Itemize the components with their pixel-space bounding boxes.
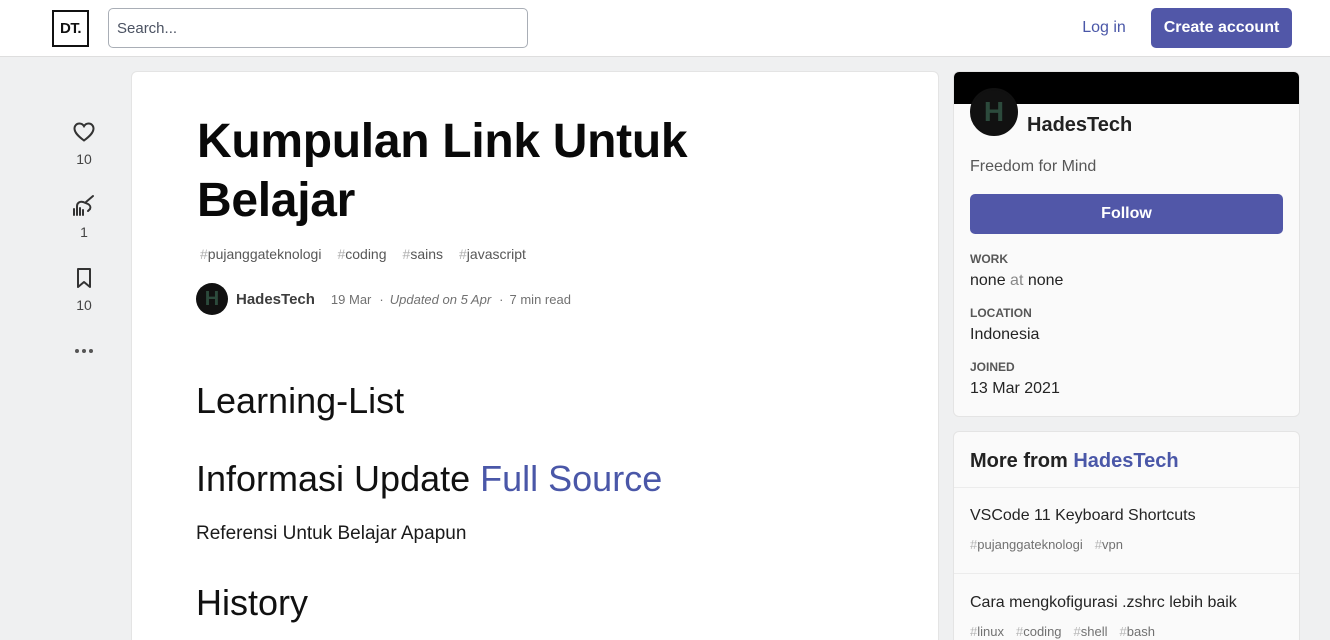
top-header: DT. Log in Create account bbox=[0, 0, 1330, 57]
tag-link[interactable]: #javascript bbox=[459, 246, 526, 262]
heading-history: History bbox=[196, 582, 309, 623]
heading-learning-list: Learning-List bbox=[196, 380, 405, 421]
article-card: Kumpulan Link Untuk Belajar #pujanggatek… bbox=[131, 71, 939, 640]
more-from-title: More from HadesTech bbox=[970, 450, 1179, 472]
more-item-title[interactable]: Cara mengkofigurasi .zshrc lebih baik bbox=[970, 594, 1237, 612]
login-link[interactable]: Log in bbox=[1070, 8, 1138, 48]
more-options-button[interactable] bbox=[60, 339, 108, 363]
tag-link[interactable]: #linux bbox=[970, 624, 1004, 639]
tag-link[interactable]: #bash bbox=[1120, 624, 1155, 639]
work-label: WORK bbox=[970, 252, 1008, 266]
site-logo[interactable]: DT. bbox=[52, 10, 89, 47]
tag-link[interactable]: #coding bbox=[337, 246, 386, 262]
author-avatar[interactable]: H bbox=[196, 283, 228, 315]
joined-value: 13 Mar 2021 bbox=[970, 380, 1060, 397]
article-tags: #pujanggateknologi #coding #sains #javas… bbox=[200, 246, 526, 262]
reaction-rail: 10 1 10 bbox=[60, 120, 108, 389]
publish-date: 19 Mar bbox=[330, 291, 372, 307]
heart-icon bbox=[73, 122, 95, 142]
save-reaction[interactable]: 10 bbox=[60, 266, 108, 313]
follow-button[interactable]: Follow bbox=[970, 194, 1283, 234]
heading-informasi-update: Informasi Update Full Source bbox=[196, 458, 663, 499]
unicorn-count: 1 bbox=[80, 224, 88, 240]
tag-link[interactable]: #coding bbox=[1016, 624, 1062, 639]
more-from-card: More from HadesTech VSCode 11 Keyboard S… bbox=[953, 431, 1300, 640]
profile-name[interactable]: HadesTech bbox=[1027, 114, 1132, 137]
author-name[interactable]: HadesTech bbox=[236, 291, 315, 308]
more-item-tags: #pujanggateknologi #vpn bbox=[970, 537, 1123, 552]
tag-link[interactable]: #pujanggateknologi bbox=[200, 246, 321, 262]
save-count: 10 bbox=[76, 297, 92, 313]
article-paragraph: Referensi Untuk Belajar Apapun bbox=[196, 523, 467, 544]
like-count: 10 bbox=[76, 151, 92, 167]
read-time: 7 min read bbox=[509, 291, 571, 307]
more-horizontal-icon bbox=[75, 349, 93, 353]
tag-link[interactable]: #vpn bbox=[1095, 537, 1123, 552]
profile-tagline: Freedom for Mind bbox=[970, 158, 1097, 175]
more-item-title[interactable]: VSCode 11 Keyboard Shortcuts bbox=[970, 507, 1196, 525]
profile-avatar[interactable]: H bbox=[970, 88, 1018, 136]
full-source-link[interactable]: Full Source bbox=[480, 458, 662, 499]
location-label: LOCATION bbox=[970, 306, 1032, 320]
author-profile-card: H HadesTech Freedom for Mind Follow WORK… bbox=[953, 71, 1300, 417]
bookmark-icon bbox=[77, 268, 91, 288]
article-meta: H HadesTech 19 Mar · Updated on 5 Apr · … bbox=[196, 283, 571, 315]
joined-label: JOINED bbox=[970, 360, 1015, 374]
search-input[interactable] bbox=[108, 8, 528, 48]
location-value: Indonesia bbox=[970, 326, 1040, 343]
more-from-author-link[interactable]: HadesTech bbox=[1073, 450, 1178, 472]
work-value: none at none bbox=[970, 272, 1064, 289]
more-item-tags: #linux #coding #shell #bash bbox=[970, 624, 1155, 639]
like-reaction[interactable]: 10 bbox=[60, 120, 108, 167]
create-account-button[interactable]: Create account bbox=[1151, 8, 1292, 48]
tag-link[interactable]: #pujanggateknologi bbox=[970, 537, 1083, 552]
tag-link[interactable]: #sains bbox=[403, 246, 443, 262]
unicorn-reaction[interactable]: 1 bbox=[60, 193, 108, 240]
article-title: Kumpulan Link Untuk Belajar bbox=[197, 115, 688, 227]
tag-link[interactable]: #shell bbox=[1074, 624, 1108, 639]
updated-date: Updated on 5 Apr bbox=[389, 291, 492, 307]
unicorn-icon bbox=[73, 195, 94, 216]
